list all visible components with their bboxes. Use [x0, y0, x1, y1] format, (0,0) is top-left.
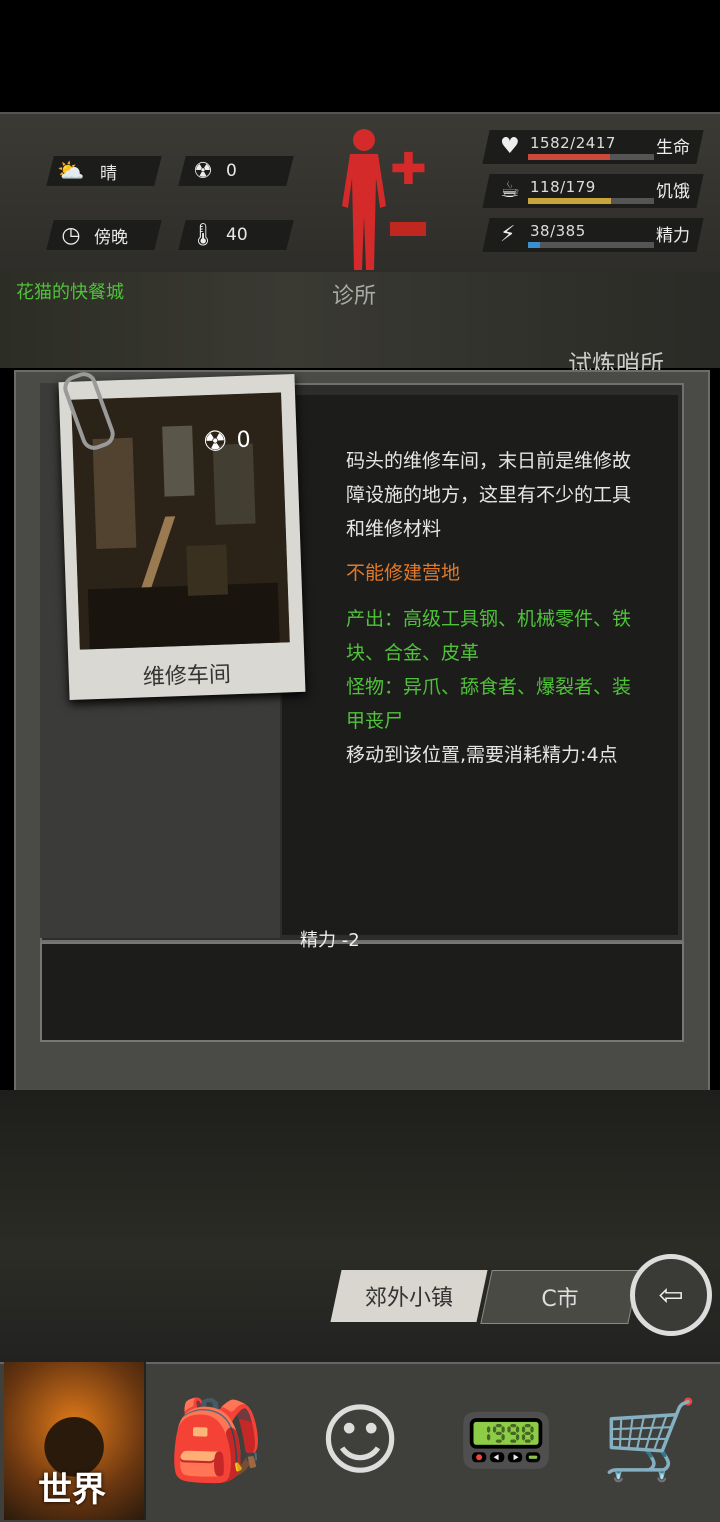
location-description: 码头的维修车间，末日前是维修故障设施的地方，这里有不少的工具和维修材料 [346, 450, 632, 540]
radiation-value: 0 [226, 161, 237, 181]
location-output: 产出：高级工具钢、机械零件、铁块、合金、皮革 [346, 608, 632, 664]
energy-label: 精力 [656, 226, 690, 246]
camp-warning: 不能修建营地 [346, 562, 461, 584]
hunger-bar [528, 198, 612, 204]
minus-icon[interactable] [390, 222, 426, 236]
head-gear-icon: ☺ [319, 1396, 401, 1486]
weather-chip: ⛅ 晴 [46, 156, 162, 186]
sun-cloud-icon: ⛅ [57, 158, 85, 184]
radio-icon: 📟 [457, 1395, 555, 1486]
hunger-label: 饥饿 [656, 182, 690, 202]
region-other-label: C市 [541, 1287, 579, 1312]
health-bar [528, 154, 611, 160]
map-location-label[interactable]: 花猫的快餐城 [16, 278, 124, 304]
location-monsters: 怪物：异爪、舔食者、爆裂者、装甲丧尸 [346, 676, 632, 732]
lightning-icon: ⚡ [500, 222, 516, 247]
energy-bar [528, 242, 541, 248]
map-location-label[interactable]: 诊所 [332, 278, 376, 310]
region-current-label: 郊外小镇 [364, 1286, 453, 1311]
heal-plus-icon[interactable]: ✚ [390, 144, 427, 195]
radiation-icon: ☢ [193, 158, 213, 184]
time-label: 傍晚 [94, 227, 128, 248]
health-label: 生命 [656, 138, 690, 158]
body-status-figure[interactable] [334, 126, 394, 270]
move-cost: 移动到该位置,需要消耗精力:4点 [346, 744, 618, 766]
event-log-box [40, 942, 684, 1042]
energy-change-text: 精力 -2 [300, 930, 360, 951]
status-panel: ⛅ 晴 ☢ 0 ◷ 傍晚 🌡 40 ✚ ♥ 1582/2417 生命 ☕ 118/179… [0, 112, 720, 274]
energy-stat: ⚡ 38/385 精力 [482, 218, 704, 252]
nav-radio[interactable]: 📟 [436, 1362, 576, 1520]
energy-value: 38/385 [530, 222, 586, 240]
location-radiation-value: 0 [236, 427, 252, 454]
health-value: 1582/2417 [530, 134, 616, 152]
heart-icon: ♥ [500, 134, 520, 159]
nav-backpack[interactable]: 🎒 [146, 1362, 286, 1520]
region-tab-current[interactable]: 郊外小镇 [330, 1270, 488, 1322]
stomach-icon: ☕ [500, 178, 520, 203]
clock-icon: ◷ [61, 222, 81, 248]
hunger-value: 118/179 [530, 178, 596, 196]
nav-shop[interactable]: 🛒 [580, 1362, 720, 1520]
backpack-icon: 🎒 [167, 1395, 265, 1486]
radiation-chip: ☢ 0 [178, 156, 294, 186]
thermometer-icon: 🌡 [189, 222, 217, 248]
cart-icon: 🛒 [601, 1395, 699, 1486]
nav-world-label: 世界 [38, 1470, 106, 1510]
time-chip: ◷ 傍晚 [46, 220, 162, 250]
world-map-background: 花猫的快餐城 诊所 试炼哨所 [0, 272, 720, 378]
temperature-chip: 🌡 40 [178, 220, 294, 250]
temperature-value: 40 [226, 225, 248, 245]
region-tab-other[interactable]: C市 [480, 1270, 640, 1324]
nav-skills[interactable]: ☺ [290, 1362, 430, 1520]
exit-door-icon[interactable]: ⇦ [630, 1254, 712, 1336]
location-name: 维修车间 [142, 662, 232, 691]
health-stat: ♥ 1582/2417 生命 [482, 130, 704, 164]
radiation-icon: ☢ [202, 424, 229, 459]
hunger-stat: ☕ 118/179 饥饿 [482, 174, 704, 208]
weather-label: 晴 [100, 163, 117, 184]
